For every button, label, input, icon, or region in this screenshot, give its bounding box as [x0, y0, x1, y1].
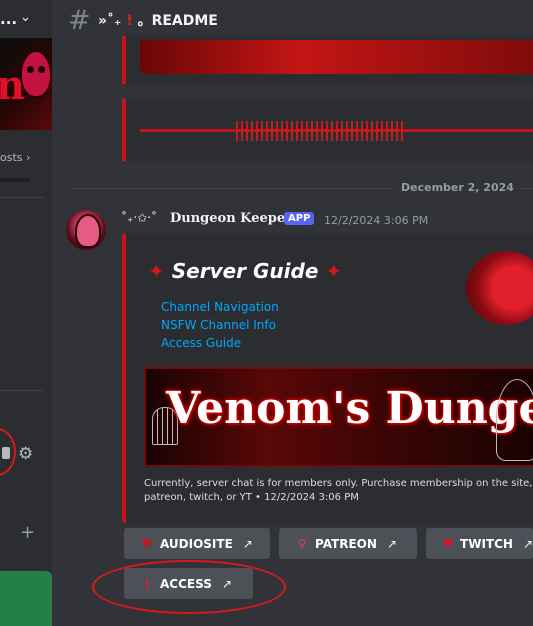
- link-channel-navigation[interactable]: Channel Navigation: [161, 300, 279, 314]
- previous-embed-image: [122, 36, 533, 84]
- message-timestamp: 12/2/2024 3:06 PM: [324, 214, 429, 227]
- embed-title-text: Server Guide: [171, 259, 319, 283]
- author-name[interactable]: Dungeon Keeper: [170, 211, 292, 226]
- heart-icon: ♥: [442, 536, 454, 551]
- boosts-link[interactable]: osts ›: [0, 151, 30, 164]
- embed-thumbnail[interactable]: [466, 251, 533, 325]
- hash-icon: #: [68, 5, 91, 36]
- author-prefix: ˚₊‧✩‧˚: [121, 211, 158, 225]
- hero-logo-text: Venom's Dungeon: [166, 383, 533, 434]
- patreon-icon: ⚲: [297, 536, 307, 551]
- audiosite-button[interactable]: ♥ AUDIOSITE ↗: [124, 528, 270, 559]
- add-icon[interactable]: +: [20, 522, 35, 543]
- server-banner: n: [0, 38, 52, 130]
- highlight-circle: [92, 560, 286, 614]
- ornament-flourish: [236, 121, 406, 141]
- server-name[interactable]: ...: [0, 10, 17, 28]
- boost-progress-bar: [0, 178, 30, 182]
- server-guide-embed: ✦ Server Guide ✦ Channel Navigation NSFW…: [122, 233, 533, 523]
- boosts-label: osts: [0, 151, 23, 164]
- twitch-button[interactable]: ♥ TWITCH ↗: [426, 528, 533, 559]
- mask-icon: [20, 50, 52, 98]
- app-badge: APP: [284, 212, 315, 225]
- avatar[interactable]: [66, 210, 106, 250]
- patreon-label: PATREON: [315, 536, 377, 551]
- embed-hero-image[interactable]: Venom's Dungeon: [144, 367, 533, 467]
- embed-footer: Currently, server chat is for members on…: [144, 478, 533, 503]
- date-divider-label: December 2, 2024: [395, 181, 520, 194]
- link-access-guide[interactable]: Access Guide: [161, 336, 241, 350]
- channel-bang: !: [126, 13, 133, 29]
- channel-title: »˚₊ ! 。README: [98, 10, 218, 30]
- highlight-circle: [0, 428, 16, 476]
- external-link-icon: ↗: [242, 536, 253, 551]
- keys-icon: [496, 379, 533, 461]
- embed-title: ✦ Server Guide ✦: [148, 259, 342, 283]
- twitch-label: TWITCH: [460, 536, 513, 551]
- external-link-icon: ↗: [522, 536, 533, 551]
- sidebar-divider: [0, 197, 44, 198]
- sidebar-divider: [0, 390, 44, 391]
- heart-icon: ♥: [141, 536, 153, 551]
- channel-header: # »˚₊ ! 。README: [52, 0, 533, 40]
- voice-connected-panel[interactable]: [0, 571, 52, 626]
- divider-embed: [122, 99, 533, 161]
- link-nsfw-channel-info[interactable]: NSFW Channel Info: [161, 318, 276, 332]
- audiosite-label: AUDIOSITE: [160, 536, 233, 551]
- chevron-down-icon[interactable]: ⌄: [20, 10, 31, 25]
- bow-icon: ✦: [325, 259, 343, 283]
- embed-image[interactable]: [140, 40, 533, 74]
- patreon-button[interactable]: ⚲ PATREON ↗: [279, 528, 417, 559]
- chevron-right-icon: ›: [26, 151, 31, 164]
- external-link-icon: ↗: [386, 536, 397, 551]
- gear-icon[interactable]: ⚙: [18, 444, 33, 464]
- bow-icon: ✦: [148, 259, 165, 283]
- channel-prefix: »˚₊: [98, 13, 122, 29]
- channel-suffix: 。README: [137, 13, 218, 29]
- server-sidebar: ... ⌄ n osts › ⚙ +: [0, 0, 52, 626]
